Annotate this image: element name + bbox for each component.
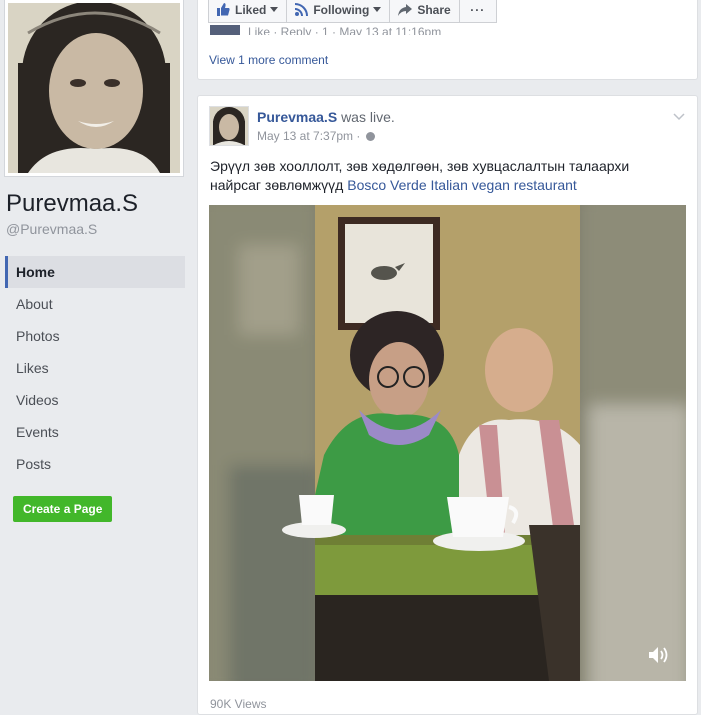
profile-picture[interactable]	[5, 0, 183, 176]
left-column: Purevmaa.S @Purevmaa.S Home About Photos…	[0, 0, 196, 709]
more-options-button[interactable]: ···	[458, 0, 497, 23]
post-author-name[interactable]: Purevmaa.S	[257, 109, 337, 125]
following-label: Following	[313, 2, 370, 17]
rss-icon	[295, 3, 309, 16]
nav-item-photos[interactable]: Photos	[5, 320, 185, 352]
commenter-avatar	[210, 25, 240, 35]
post-author-avatar[interactable]	[209, 106, 249, 146]
page-name[interactable]: Purevmaa.S	[6, 190, 138, 218]
profile-photo-image	[8, 3, 180, 173]
post-text: Эрүүл зөв хооллолт, зөв хөдөлгөөн, зөв х…	[210, 157, 680, 195]
live-video-player[interactable]	[209, 205, 686, 681]
post-timestamp[interactable]: May 13 at 7:37pm	[257, 129, 353, 143]
nav-item-posts[interactable]: Posts	[5, 448, 185, 480]
restaurant-link[interactable]: Bosco Verde Italian vegan restaurant	[347, 177, 577, 193]
live-video-post: Purevmaa.S was live. May 13 at 7:37pm · …	[197, 95, 698, 715]
comment-meta-row: Like · Reply · 1 · May 13 at 11:16pm	[210, 25, 510, 35]
liked-button[interactable]: Liked	[208, 0, 288, 23]
create-page-button[interactable]: Create a Page	[13, 496, 113, 522]
meta-separator: ·	[356, 129, 361, 143]
following-button[interactable]: Following	[286, 0, 391, 23]
comment-meta: Like · Reply · 1 · May 13 at 11:16pm	[248, 25, 442, 35]
nav-item-likes[interactable]: Likes	[5, 352, 185, 384]
post-activity: was live.	[341, 109, 395, 125]
share-arrow-icon	[398, 3, 413, 16]
page-handle[interactable]: @Purevmaa.S	[6, 221, 97, 237]
caret-down-icon	[270, 7, 279, 12]
caret-down-icon	[373, 7, 382, 12]
nav-item-about[interactable]: About	[5, 288, 185, 320]
nav-item-videos[interactable]: Videos	[5, 384, 185, 416]
post-header: Purevmaa.S was live.	[257, 109, 395, 125]
chevron-down-icon[interactable]	[673, 108, 685, 126]
page-action-bar: Liked Following Share ···	[208, 0, 497, 23]
video-frame	[209, 205, 686, 681]
previous-post-card: Liked Following Share ··· Like · Reply ·…	[197, 0, 698, 80]
view-more-comments-link[interactable]: View 1 more comment	[209, 53, 328, 67]
page-nav: Home About Photos Likes Videos Events Po…	[5, 256, 185, 480]
nav-item-events[interactable]: Events	[5, 416, 185, 448]
avatar-image	[210, 107, 248, 145]
post-meta: May 13 at 7:37pm ·	[257, 129, 375, 143]
share-label: Share	[417, 2, 451, 17]
thumbs-up-icon	[217, 3, 230, 16]
nav-item-home[interactable]: Home	[5, 256, 185, 288]
volume-icon[interactable]	[648, 646, 670, 664]
liked-label: Liked	[235, 2, 267, 17]
share-button[interactable]: Share	[389, 0, 460, 23]
globe-icon[interactable]	[365, 132, 375, 141]
